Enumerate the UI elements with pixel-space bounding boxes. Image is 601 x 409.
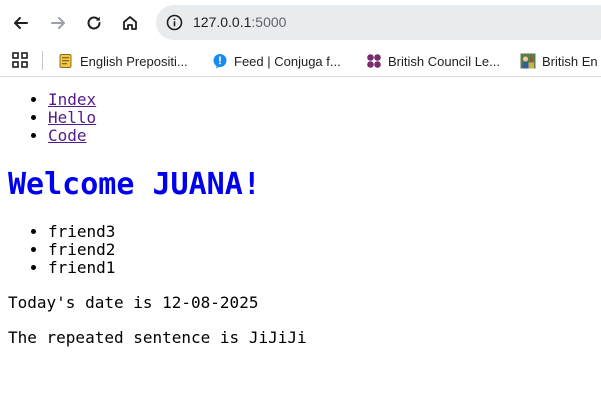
list-item: friend2 (48, 241, 601, 259)
list-item: friend3 (48, 223, 601, 241)
bookmark-british-english[interactable]: British En (520, 50, 598, 72)
url-text: 127.0.0.1:5000 (193, 14, 286, 30)
nav-item-hello: Hello (48, 109, 601, 127)
list-item: friend1 (48, 259, 601, 277)
people-photo-icon (520, 53, 536, 69)
apps-grid-icon[interactable] (12, 52, 28, 68)
bookmark-label: Feed | Conjuga f... (234, 53, 341, 69)
reload-icon (87, 16, 101, 30)
bookmark-british-council[interactable]: British Council Le... (366, 50, 500, 72)
bookmark-label: British En (542, 53, 598, 69)
nav-item-index: Index (48, 91, 601, 109)
home-icon (123, 16, 137, 30)
reload-button[interactable] (82, 11, 106, 35)
back-button[interactable] (9, 11, 33, 35)
nav-item-code: Code (48, 127, 601, 145)
chat-bubble-icon (213, 54, 227, 69)
url-port: :5000 (251, 14, 287, 30)
bookmark-feed-conjuga[interactable]: Feed | Conjuga f... (212, 50, 341, 72)
page-content: Index Hello Code Welcome JUANA! friend3 … (0, 77, 601, 347)
url-host: 127.0.0.1 (193, 14, 252, 30)
nav-link-code[interactable]: Code (48, 126, 87, 145)
nav-link-hello[interactable]: Hello (48, 108, 96, 127)
forward-button[interactable] (46, 11, 70, 35)
forward-arrow-icon (51, 17, 65, 29)
bookmarks-bar: English Prepositi... Feed | Conjuga f...… (0, 46, 601, 77)
repeated-sentence-text: The repeated sentence is JiJiJi (8, 328, 307, 347)
browser-toolbar: 127.0.0.1:5000 (0, 0, 601, 46)
bookmark-english-prepositions[interactable]: English Prepositi... (58, 50, 188, 72)
bookmarks-divider (42, 51, 43, 70)
bookmark-label: English Prepositi... (80, 53, 188, 69)
book-icon (59, 54, 72, 68)
flower-icon (367, 54, 381, 68)
bookmark-label: British Council Le... (388, 53, 500, 69)
home-button[interactable] (118, 11, 142, 35)
nav-link-index[interactable]: Index (48, 90, 96, 109)
site-info-icon[interactable] (165, 13, 184, 32)
friends-list: friend3 friend2 friend1 (8, 203, 601, 277)
welcome-heading: Welcome JUANA! (8, 167, 261, 202)
address-bar[interactable]: 127.0.0.1:5000 (156, 5, 601, 40)
back-arrow-icon (14, 17, 28, 29)
date-text: Today's date is 12-08-2025 (8, 293, 259, 312)
nav-list: Index Hello Code (8, 77, 601, 145)
